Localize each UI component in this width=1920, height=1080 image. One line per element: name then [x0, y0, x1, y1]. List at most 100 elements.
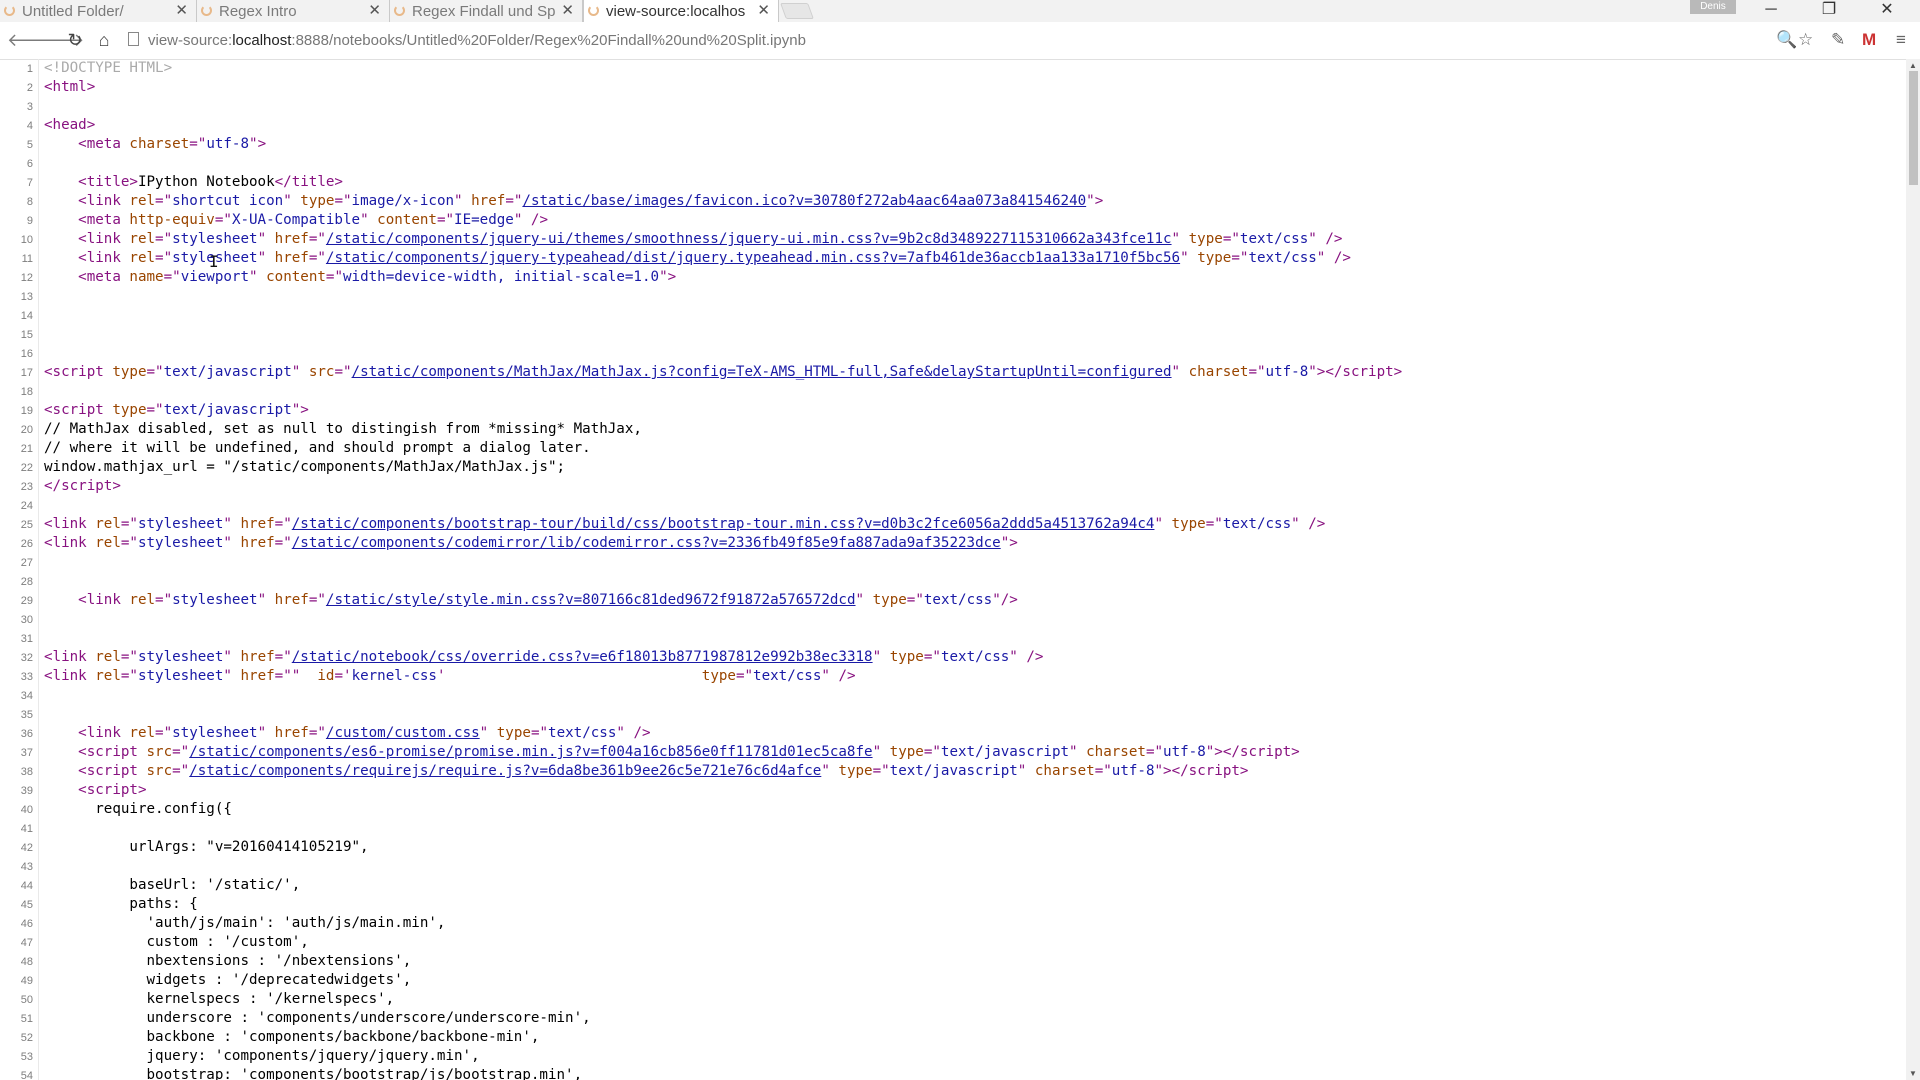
line-number: 2	[26, 82, 33, 94]
line-number: 3	[26, 101, 33, 113]
source-link[interactable]: /static/components/bootstrap-tour/build/…	[292, 516, 1155, 532]
line-number: 26	[20, 538, 33, 550]
forward-icon[interactable]: 🡒	[36, 30, 84, 50]
scroll-down-icon[interactable]: ▼	[1909, 1069, 1917, 1078]
line-number: 29	[20, 595, 33, 607]
source-line: 22 window.mathjax_url = "/static/componen…	[0, 458, 1900, 477]
source-line: 31	[0, 629, 1900, 648]
source-link[interactable]: /static/components/jquery-typeahead/dist…	[326, 250, 1180, 266]
source-line: 15	[0, 325, 1900, 344]
line-number: 23	[20, 481, 33, 493]
source-line: 25 <link rel="stylesheet" href="/static/c…	[0, 515, 1900, 534]
line-code: 'auth/js/main': 'auth/js/main.min',	[44, 915, 446, 931]
source-line: 33 <link rel="stylesheet" href="" id='ker…	[0, 667, 1900, 686]
source-line: 6	[0, 154, 1900, 173]
reload-icon[interactable]: ↻	[65, 30, 85, 50]
line-code: custom : '/custom',	[44, 934, 309, 950]
line-code: <script src="/static/components/requirej…	[78, 763, 1249, 779]
line-number: 35	[20, 709, 33, 721]
url-text: view-source:localhost:8888/notebooks/Unt…	[148, 32, 806, 49]
line-number: 24	[20, 500, 33, 512]
text-cursor-icon: I	[209, 252, 219, 271]
source-link[interactable]: /static/notebook/css/override.css?v=e6f1…	[292, 649, 873, 665]
line-number: 6	[26, 158, 33, 170]
tab-regex-intro[interactable]: Regex Intro ✕	[197, 0, 390, 22]
tab-view-source[interactable]: view-source:localhos ✕	[583, 0, 779, 22]
loading-icon	[201, 5, 212, 16]
source-link[interactable]: /custom/custom.css	[326, 725, 480, 741]
line-number: 21	[20, 443, 33, 455]
tab-label: view-source:localhos	[606, 2, 746, 20]
source-line: 47 custom : '/custom',	[0, 933, 1900, 952]
source-link[interactable]: /static/components/es6-promise/promise.m…	[189, 744, 872, 760]
line-code: widgets : '/deprecatedwidgets',	[44, 972, 412, 988]
source-link[interactable]: /static/style/style.min.css?v=807166c81d…	[326, 592, 856, 608]
source-link[interactable]: /static/components/codemirror/lib/codemi…	[292, 535, 1001, 551]
close-icon[interactable]: ✕	[175, 1, 188, 19]
line-code: <script type="text/javascript">	[44, 402, 309, 418]
profile-badge[interactable]: Denis	[1690, 0, 1736, 14]
source-line: 1 <!DOCTYPE HTML>	[0, 59, 1900, 78]
close-icon[interactable]: ✕	[757, 1, 770, 19]
restore-icon[interactable]: ❐	[1800, 0, 1858, 22]
line-number: 15	[20, 329, 33, 341]
source-line: 44 baseUrl: '/static/',	[0, 876, 1900, 895]
source-line: 37 <script src="/static/components/es6-p…	[0, 743, 1900, 762]
line-code: urlArgs: "v=20160414105219",	[44, 839, 369, 855]
line-number: 11	[21, 253, 33, 265]
line-code: <link rel="shortcut icon" type="image/x-…	[78, 193, 1104, 209]
line-number: 9	[26, 215, 33, 227]
line-number: 42	[20, 842, 33, 854]
line-number: 31	[20, 633, 33, 645]
line-number: 32	[20, 652, 33, 664]
line-number: 39	[20, 785, 33, 797]
home-icon[interactable]: ⌂	[94, 30, 114, 50]
close-icon[interactable]: ✕	[561, 1, 574, 19]
tab-label: Untitled Folder/	[22, 2, 124, 20]
source-link[interactable]: /static/components/jquery-ui/themes/smoo…	[326, 231, 1172, 247]
line-number: 41	[20, 823, 33, 835]
scroll-up-icon[interactable]: ▲	[1909, 61, 1917, 70]
source-line: 32 <link rel="stylesheet" href="/static/n…	[0, 648, 1900, 667]
line-code: require.config({	[44, 801, 232, 817]
back-icon[interactable]: 🡐	[7, 30, 55, 50]
line-code: window.mathjax_url = "/static/components…	[44, 459, 566, 475]
vertical-scrollbar[interactable]: ▲ ▼	[1906, 59, 1920, 1080]
line-number: 54	[20, 1070, 33, 1080]
source-link[interactable]: /static/base/images/favicon.ico?v=30780f…	[522, 193, 1086, 209]
tab-regex-findall[interactable]: Regex Findall und Sp ✕	[390, 0, 583, 22]
source-line: 51 underscore : 'components/underscore/u…	[0, 1009, 1900, 1028]
zoom-icon[interactable]: 🔍	[1776, 30, 1797, 50]
star-icon[interactable]: ☆	[1798, 30, 1813, 50]
line-number: 46	[20, 918, 33, 930]
minimize-icon[interactable]: ─	[1742, 0, 1800, 22]
line-code: <link rel="stylesheet" href="/static/not…	[44, 649, 1044, 665]
source-line: 27	[0, 553, 1900, 572]
scrollbar-thumb[interactable]	[1909, 71, 1918, 185]
source-line: 28	[0, 572, 1900, 591]
tab-untitled-folder[interactable]: Untitled Folder/ ✕	[0, 0, 197, 22]
source-line: 53 jquery: 'components/jquery/jquery.min…	[0, 1047, 1900, 1066]
line-number: 5	[26, 139, 33, 151]
source-link[interactable]: /static/components/MathJax/MathJax.js?co…	[352, 364, 1172, 380]
line-number: 16	[20, 348, 33, 360]
gmail-icon[interactable]: M	[1862, 30, 1876, 50]
loading-icon	[394, 5, 405, 16]
menu-icon[interactable]: ≡	[1896, 30, 1906, 50]
source-line: 3	[0, 97, 1900, 116]
source-link[interactable]: /static/components/requirejs/require.js?…	[189, 763, 821, 779]
address-bar[interactable]: view-source:localhost:8888/notebooks/Unt…	[124, 26, 1810, 54]
line-code: baseUrl: '/static/',	[44, 877, 301, 893]
line-code: paths: {	[44, 896, 198, 912]
line-number: 27	[20, 557, 33, 569]
new-tab-button[interactable]	[780, 3, 814, 19]
line-code: <meta charset="utf-8">	[78, 136, 267, 152]
line-number: 50	[20, 994, 33, 1006]
close-icon[interactable]: ✕	[368, 1, 381, 19]
extension-icon[interactable]: ✎	[1831, 30, 1845, 50]
line-number: 7	[26, 177, 33, 189]
window-close-icon[interactable]: ✕	[1858, 0, 1916, 22]
line-number: 17	[20, 367, 33, 379]
source-line: 9 <meta http-equiv="X-UA-Compatible" con…	[0, 211, 1900, 230]
source-line: 18	[0, 382, 1900, 401]
